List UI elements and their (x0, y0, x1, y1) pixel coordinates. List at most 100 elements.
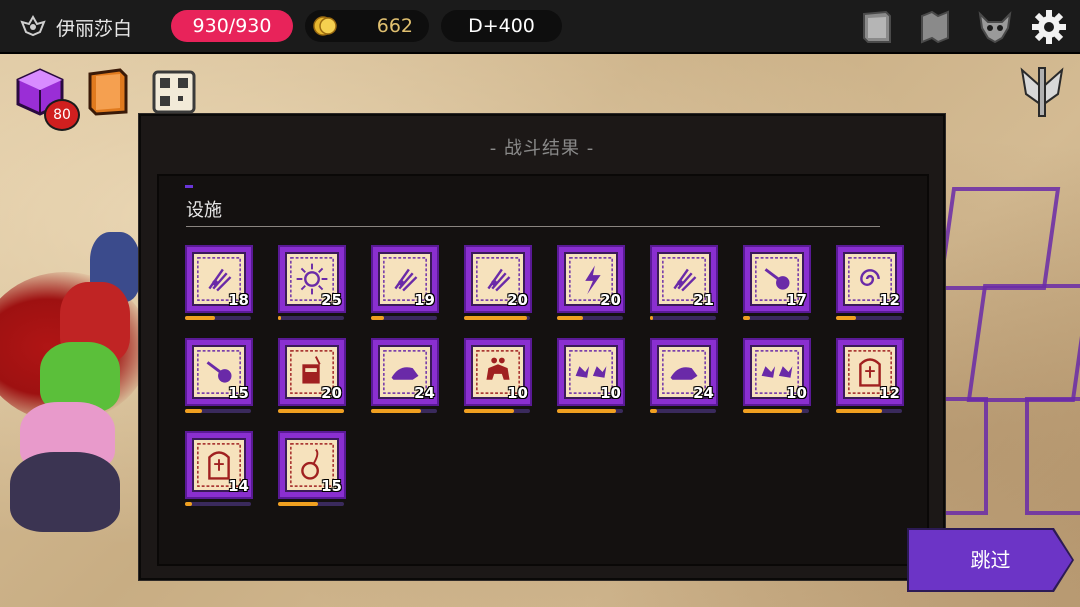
section-divider (186, 226, 880, 227)
hp-indicator: 930/930 (171, 10, 293, 42)
facility-progress-fill (278, 316, 281, 320)
facility-card[interactable]: 10 (743, 338, 811, 406)
facility-progress-bar (743, 409, 809, 413)
facility-level: 21 (693, 291, 714, 309)
map-rune-tile (1025, 397, 1080, 515)
facility-card[interactable]: 17 (743, 245, 811, 313)
settings-gear-icon[interactable] (1030, 8, 1068, 46)
facility-progress-bar (278, 409, 344, 413)
coin-icon (313, 16, 337, 36)
facility-level: 14 (228, 477, 249, 495)
facility-progress-fill (464, 409, 514, 413)
skip-button[interactable]: 跳过 (909, 530, 1072, 590)
cube-count-badge: 80 (44, 99, 80, 131)
facility-progress-fill (371, 409, 421, 413)
facility-card[interactable]: 19 (371, 245, 439, 313)
facility-card[interactable]: 14 (185, 431, 253, 499)
map-rune-tile (937, 187, 1061, 290)
section-accent-mark (185, 185, 193, 188)
facility-card[interactable]: 10 (464, 338, 532, 406)
facility-progress-bar (371, 316, 437, 320)
player-crest-icon (20, 14, 46, 37)
facility-level: 12 (879, 291, 900, 309)
facility-level: 15 (228, 384, 249, 402)
day-counter: D+400 (441, 10, 562, 42)
spellbook-icon[interactable] (82, 66, 134, 118)
map-rune-tile (966, 284, 1080, 402)
facility-progress-fill (278, 502, 318, 506)
facility-card[interactable]: 20 (557, 245, 625, 313)
facility-progress-fill (185, 316, 215, 320)
facility-progress-bar (185, 502, 251, 506)
facility-level: 20 (507, 291, 528, 309)
gold-amount: 662 (376, 15, 413, 37)
facility-level: 20 (321, 384, 342, 402)
qr-scroll-icon[interactable] (148, 66, 200, 118)
facility-progress-fill (743, 316, 750, 320)
facility-progress-fill (371, 316, 384, 320)
party-characters (0, 202, 150, 542)
facility-progress-fill (836, 409, 882, 413)
book-icon[interactable] (858, 8, 896, 46)
facility-card[interactable]: 20 (278, 338, 346, 406)
facility-progress-bar (836, 409, 902, 413)
facility-progress-fill (185, 502, 192, 506)
facility-level: 24 (693, 384, 714, 402)
facility-card[interactable]: 12 (836, 338, 904, 406)
facility-progress-fill (185, 409, 202, 413)
facility-card[interactable]: 24 (371, 338, 439, 406)
facility-progress-fill (836, 316, 856, 320)
facility-progress-bar (557, 316, 623, 320)
facility-progress-bar (650, 316, 716, 320)
top-status-bar: 伊丽莎白 930/930 662 D+400 (0, 0, 1080, 54)
gold-indicator: 662 (305, 10, 429, 42)
facility-level: 25 (321, 291, 342, 309)
facility-progress-bar (464, 409, 530, 413)
facility-card[interactable]: 18 (185, 245, 253, 313)
facility-level: 19 (414, 291, 435, 309)
facility-level: 15 (321, 477, 342, 495)
facility-card[interactable]: 24 (650, 338, 718, 406)
facility-progress-bar (650, 409, 716, 413)
demon-skull-icon[interactable] (976, 8, 1014, 46)
dialog-title: - 战斗结果 - (489, 138, 595, 159)
facility-level: 24 (414, 384, 435, 402)
facility-progress-fill (464, 316, 527, 320)
facility-progress-bar (743, 316, 809, 320)
winged-sword-emblem-icon[interactable] (1016, 64, 1068, 120)
map-rune-tile (940, 397, 988, 515)
result-panel: 设施 18 25 19 20 20 21 17 12 15 20 24 10 10 24 10 12 14 15 (157, 174, 929, 566)
facility-card[interactable]: 25 (278, 245, 346, 313)
facility-level: 20 (600, 291, 621, 309)
facility-progress-bar (278, 502, 344, 506)
facility-card[interactable]: 15 (278, 431, 346, 499)
facility-level: 17 (786, 291, 807, 309)
facility-progress-fill (557, 409, 616, 413)
facility-progress-bar (836, 316, 902, 320)
facility-progress-bar (185, 316, 251, 320)
facility-progress-bar (185, 409, 251, 413)
facility-progress-bar (557, 409, 623, 413)
facility-level: 12 (879, 384, 900, 402)
facility-progress-bar (464, 316, 530, 320)
facility-card[interactable]: 21 (650, 245, 718, 313)
facility-progress-fill (278, 409, 344, 413)
player-name: 伊丽莎白 (56, 18, 133, 40)
battle-result-dialog: - 战斗结果 - 设施 18 25 19 20 20 21 17 12 15 20 24 10 10 24… (139, 114, 945, 580)
facility-level: 10 (786, 384, 807, 402)
facility-progress-fill (743, 409, 802, 413)
facility-progress-bar (371, 409, 437, 413)
facility-level: 18 (228, 291, 249, 309)
facility-level: 10 (600, 384, 621, 402)
section-label-facilities: 设施 (186, 200, 222, 221)
facility-progress-fill (557, 316, 583, 320)
scroll-map-icon[interactable] (916, 8, 954, 46)
facility-card[interactable]: 15 (185, 338, 253, 406)
facility-level: 10 (507, 384, 528, 402)
facility-progress-fill (650, 316, 653, 320)
facility-progress-fill (650, 409, 657, 413)
facility-card[interactable]: 20 (464, 245, 532, 313)
facility-card[interactable]: 12 (836, 245, 904, 313)
facility-progress-bar (278, 316, 344, 320)
facility-card[interactable]: 10 (557, 338, 625, 406)
